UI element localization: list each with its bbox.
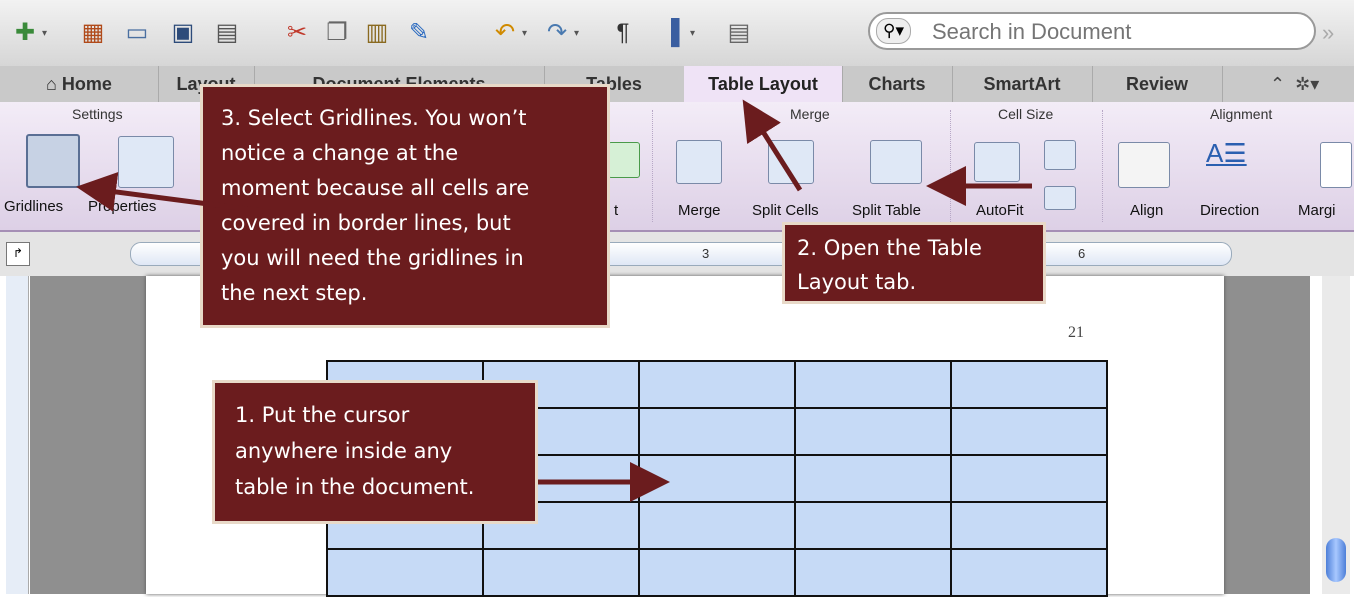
arrow-to-table-layout-tab (742, 99, 803, 192)
arrow-to-gridlines (76, 172, 271, 215)
annotation-arrows (76, 99, 1032, 502)
